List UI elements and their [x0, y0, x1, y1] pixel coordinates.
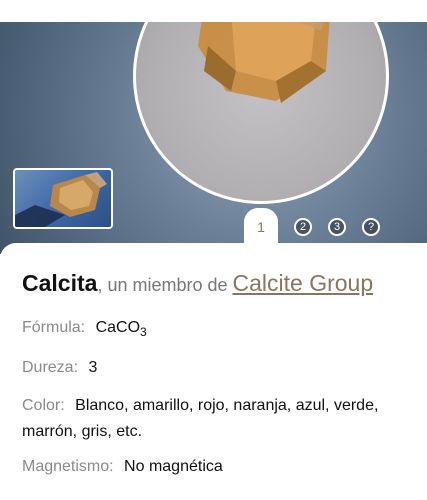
page-indicator-1[interactable]: 1	[244, 208, 278, 246]
formula-value: CaCO3	[95, 319, 147, 339]
hardness-row: Dureza: 3	[22, 355, 97, 381]
color-row: Color: Blanco, amarillo, rojo, naranja, …	[22, 393, 427, 445]
member-of-text: , un miembro de	[97, 275, 233, 295]
magnetism-value: No magnética	[124, 458, 223, 475]
hardness-value: 3	[88, 359, 98, 376]
hardness-label: Dureza:	[22, 359, 79, 376]
image-pagination: 1 2 3 ?	[244, 208, 380, 246]
page-indicator-unknown[interactable]: ?	[362, 218, 380, 236]
color-value: Blanco, amarillo, rojo, naranja, azul, v…	[22, 397, 379, 440]
formula-label: Fórmula:	[22, 319, 86, 336]
magnetism-row: Magnetismo: No magnética	[22, 454, 223, 480]
mineral-title: Calcita, un miembro de Calcite Group	[22, 270, 373, 297]
color-label: Color:	[22, 397, 65, 414]
mineral-group-link[interactable]: Calcite Group	[233, 270, 374, 296]
mineral-name: Calcita	[22, 270, 98, 296]
page-indicator-2[interactable]: 2	[294, 218, 312, 236]
thumbnail-image[interactable]	[13, 168, 113, 229]
magnetism-label: Magnetismo:	[22, 458, 114, 475]
zoomed-mineral-image[interactable]	[133, 22, 389, 204]
page-indicator-3[interactable]: 3	[328, 218, 346, 236]
formula-row: Fórmula: CaCO3	[22, 315, 147, 345]
status-bar-area	[0, 0, 427, 22]
